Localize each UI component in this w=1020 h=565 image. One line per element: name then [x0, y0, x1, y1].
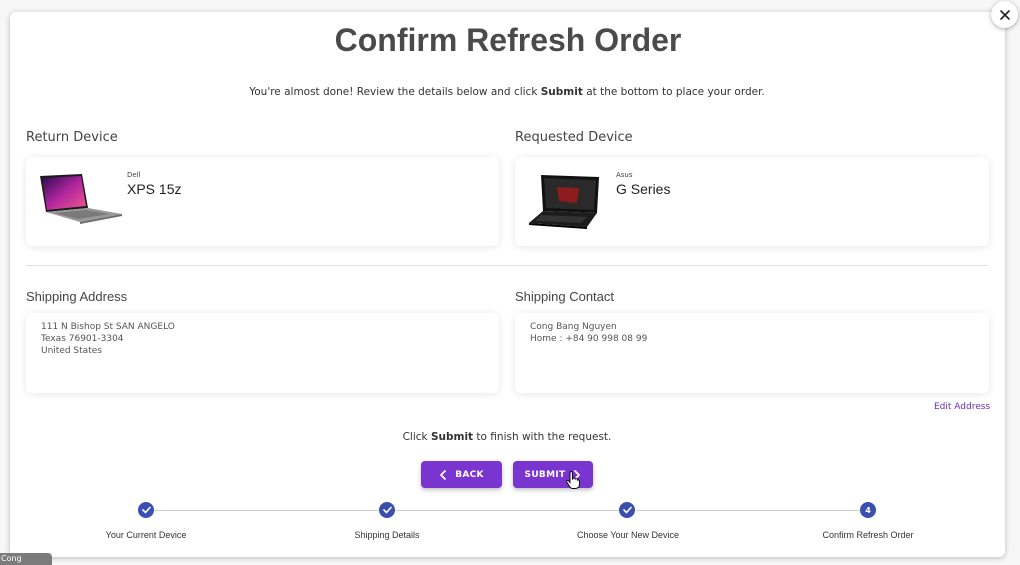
requested-device-label: Requested Device	[515, 130, 633, 145]
back-button[interactable]: BACK	[421, 461, 502, 488]
address-line-1: 111 N Bishop St SAN ANGELO	[41, 322, 175, 332]
shipping-address-label: Shipping Address	[26, 289, 128, 304]
shipping-contact-card: Cong Bang Nguyen Home : +84 90 998 08 99	[515, 313, 989, 393]
contact-name: Cong Bang Nguyen	[530, 322, 617, 332]
step-4-label: Confirm Refresh Order	[822, 530, 914, 540]
submit-instruction-bold: Submit	[430, 431, 474, 443]
intro-text-end: at the bottom to place your order.	[582, 86, 765, 98]
hand-cursor-icon	[566, 471, 580, 489]
step-3-check-icon	[619, 502, 635, 518]
user-tag: Cong	[0, 553, 52, 565]
step-2-label: Shipping Details	[354, 530, 420, 540]
stepper-connector-2	[395, 510, 619, 511]
close-button[interactable]	[991, 1, 1018, 28]
submit-instruction: Click Submit to finish with the request.	[0, 431, 1014, 443]
page-title: Confirm Refresh Order	[334, 22, 682, 58]
return-device-label: Return Device	[26, 130, 118, 145]
intro-text: You're almost done! Review the details b…	[0, 86, 1014, 98]
requested-device-brand: Asus	[616, 171, 633, 179]
stepper-connector-1	[154, 510, 379, 511]
submit-instruction-start: Click	[402, 431, 431, 443]
return-device-card: Dell XPS 15z	[26, 157, 499, 246]
step-3-label: Choose Your New Device	[576, 530, 680, 540]
submit-instruction-end: to finish with the request.	[473, 431, 612, 443]
shipping-address-card: 111 N Bishop St SAN ANGELO Texas 76901-3…	[26, 313, 499, 393]
submit-button-label: SUBMIT	[524, 469, 566, 480]
step-1-label: Your Current Device	[105, 530, 187, 540]
address-line-3: United States	[41, 346, 102, 356]
stepper-connector-3	[636, 510, 860, 511]
asus-laptop-image	[529, 175, 599, 229]
edit-address-link[interactable]: Edit Address	[934, 402, 990, 412]
dell-laptop-image	[40, 174, 122, 224]
intro-text-start: You're almost done! Review the details b…	[249, 86, 541, 98]
requested-device-card: Asus G Series	[515, 157, 989, 246]
return-device-brand: Dell	[127, 171, 141, 179]
back-button-label: BACK	[455, 469, 484, 480]
screen: Confirm Refresh Order You're almost done…	[0, 0, 1020, 565]
contact-phone: Home : +84 90 998 08 99	[530, 334, 648, 344]
requested-device-model: G Series	[616, 181, 671, 197]
submit-button[interactable]: SUBMIT	[513, 461, 593, 488]
step-1-check-icon	[138, 502, 154, 518]
address-line-2: Texas 76901-3304	[41, 334, 124, 344]
intro-text-bold: Submit	[540, 86, 583, 98]
close-icon	[999, 9, 1010, 20]
chevron-left-icon	[440, 469, 447, 480]
step-4-number: 4	[860, 502, 876, 518]
step-2-check-icon	[379, 502, 395, 518]
section-divider	[26, 265, 989, 266]
shipping-contact-label: Shipping Contact	[515, 289, 615, 304]
return-device-model: XPS 15z	[127, 181, 182, 197]
